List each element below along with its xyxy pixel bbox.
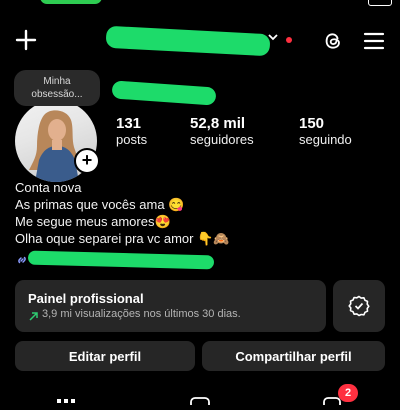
- note-bubble[interactable]: Minha obsessão...: [14, 70, 100, 106]
- professional-dashboard-card[interactable]: Painel profissional 3,9 mi visualizações…: [15, 280, 326, 332]
- stat-posts-value: 131: [116, 115, 142, 132]
- settings-gear-button[interactable]: [333, 280, 385, 332]
- share-profile-button[interactable]: Compartilhar perfil: [202, 341, 385, 371]
- hamburger-menu-icon[interactable]: [361, 28, 387, 54]
- stat-following[interactable]: 150 seguindo: [299, 115, 352, 147]
- stat-following-label: seguindo: [299, 132, 352, 147]
- battery-icon: [368, 0, 392, 6]
- bio-line: Conta nova: [15, 180, 82, 195]
- stat-followers[interactable]: 52,8 mil seguidores: [190, 115, 254, 147]
- threads-icon[interactable]: [320, 28, 346, 54]
- trend-arrow-icon: [28, 309, 40, 321]
- edit-profile-button[interactable]: Editar perfil: [15, 341, 195, 371]
- stat-posts[interactable]: 131 posts: [116, 115, 147, 147]
- bio-line: As primas que vocês ama 😋: [15, 197, 185, 212]
- grid-icon[interactable]: [56, 392, 76, 403]
- stat-following-value: 150: [299, 115, 325, 132]
- stat-posts-label: posts: [116, 132, 148, 147]
- display-name-redaction: [111, 80, 217, 106]
- notification-dot: [286, 37, 292, 43]
- gear-check-icon: [348, 295, 370, 317]
- dashboard-title: Painel profissional: [28, 291, 144, 306]
- add-story-plus-icon[interactable]: +: [74, 148, 100, 174]
- bio-line: Me segue meus amores😍: [15, 214, 171, 229]
- stat-followers-value: 52,8 mil: [190, 115, 246, 132]
- call-indicator-pill: [40, 0, 102, 4]
- dashboard-subtitle: 3,9 mi visualizações nos últimos 30 dias…: [42, 308, 241, 320]
- chevron-down-icon[interactable]: [266, 30, 282, 46]
- stat-followers-label: seguidores: [190, 132, 254, 147]
- link-redaction[interactable]: [27, 250, 215, 270]
- username-redaction: [105, 25, 271, 57]
- bio-line: Olha oque separei pra vc amor 👇🙈: [15, 231, 230, 246]
- note-text: Minha obsessão...: [31, 76, 83, 100]
- notification-count-badge: 2: [338, 384, 358, 402]
- reels-icon[interactable]: [189, 392, 211, 405]
- plus-icon[interactable]: [14, 28, 38, 52]
